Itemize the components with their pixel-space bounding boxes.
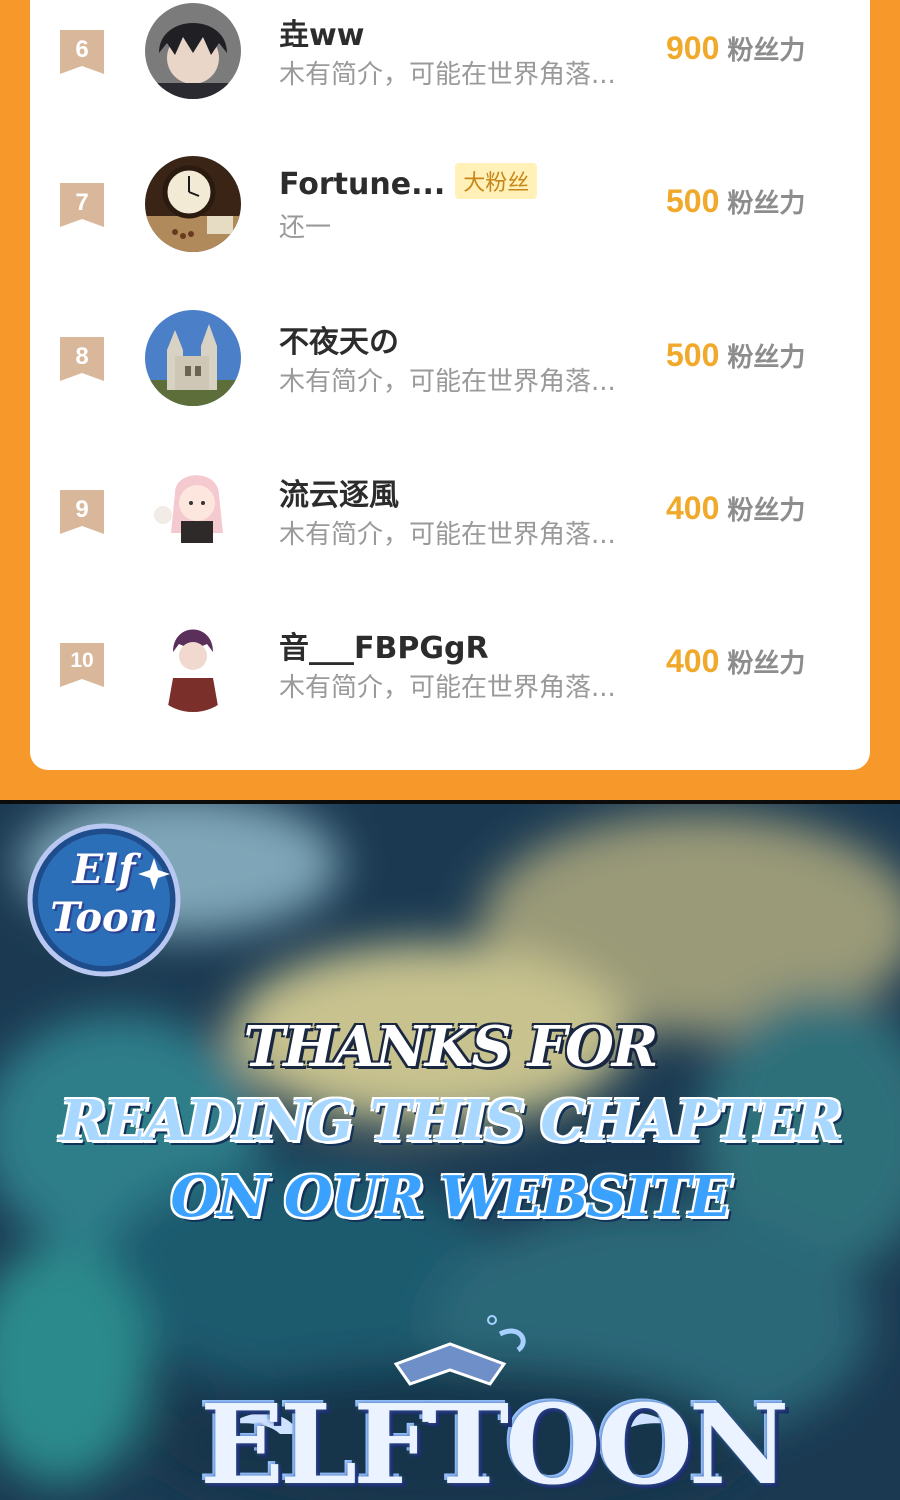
elftoon-corner-logo: Elf Toon (24, 818, 184, 978)
fan-score: 900 粉丝力 (666, 30, 805, 67)
thanks-heading-line1: THANKS FOR (243, 1014, 659, 1080)
avatar[interactable] (145, 616, 241, 712)
avatar[interactable] (145, 463, 241, 559)
score-unit: 粉丝力 (727, 496, 806, 526)
user-name[interactable]: Fortune... 大粉丝 (279, 163, 538, 202)
avatar[interactable] (145, 310, 241, 406)
user-intro: 木有简介，可能在世界角落... (279, 367, 616, 397)
thanks-heading-line2: READING THIS CHAPTER (59, 1088, 843, 1154)
user-name[interactable]: 垚ww (279, 10, 364, 54)
ranking-row[interactable]: 6 垚ww 木有简介，可能在世界角落... 900 粉丝力 (30, 0, 870, 150)
avatar[interactable] (145, 3, 241, 99)
user-name[interactable]: 不夜天の (279, 317, 399, 361)
rank-ribbon-icon: 6 (60, 30, 104, 74)
rank-number: 7 (75, 189, 89, 216)
ranking-row[interactable]: 9 流云逐風 木有简介，可能在世界角落... 400 粉丝力 (30, 460, 870, 610)
ranking-row[interactable]: 10 音___FBPGgR 木有简介，可能在世界角落... 400 粉丝力 (30, 613, 870, 763)
elftoon-wordmark-logo: ELFTOON (200, 1304, 789, 1500)
user-intro: 木有简介，可能在世界角落... (279, 520, 616, 550)
score-unit: 粉丝力 (727, 36, 806, 66)
rank-ribbon-icon: 8 (60, 337, 104, 381)
user-name[interactable]: 流云逐風 (279, 470, 399, 514)
fan-ranking-section: 6 垚ww 木有简介，可能在世界角落... 900 粉丝力 7 Fortune.… (0, 0, 900, 800)
user-intro: 木有简介，可能在世界角落... (279, 673, 616, 703)
user-intro: 还一 (279, 213, 332, 243)
score-unit: 粉丝力 (727, 343, 806, 373)
score-value: 500 (666, 183, 720, 219)
thanks-heading-line3: ON OUR WEBSITE (170, 1164, 731, 1230)
rank-number: 8 (75, 343, 89, 370)
rank-ribbon-icon: 7 (60, 183, 104, 227)
avatar[interactable] (145, 156, 241, 252)
rank-number: 9 (75, 496, 89, 523)
rank-number: 6 (75, 36, 89, 63)
rank-ribbon-icon: 10 (60, 643, 104, 687)
ranking-row[interactable]: 8 不夜天の 木有简介，可能在世界角落... 500 粉丝力 (30, 307, 870, 457)
big-fan-badge: 大粉丝 (455, 163, 538, 199)
score-unit: 粉丝力 (727, 189, 806, 219)
ranking-row[interactable]: 7 Fortune... 大粉丝 还一 500 粉丝力 (30, 153, 870, 303)
rank-ribbon-icon: 9 (60, 490, 104, 534)
score-value: 400 (666, 490, 720, 526)
fan-score: 400 粉丝力 (666, 490, 805, 527)
user-intro: 木有简介，可能在世界角落... (279, 60, 616, 90)
score-value: 500 (666, 337, 720, 373)
score-unit: 粉丝力 (727, 649, 806, 679)
score-value: 400 (666, 643, 720, 679)
fan-score: 500 粉丝力 (666, 183, 805, 220)
fan-score: 500 粉丝力 (666, 337, 805, 374)
fan-ranking-card: 6 垚ww 木有简介，可能在世界角落... 900 粉丝力 7 Fortune.… (30, 0, 870, 770)
rank-number: 10 (70, 649, 94, 672)
user-name[interactable]: 音___FBPGgR (279, 623, 489, 667)
elftoon-promo-banner: Elf Toon THANKS FOR READING THIS CHAPTER… (0, 804, 900, 1500)
fan-score: 400 粉丝力 (666, 643, 805, 680)
score-value: 900 (666, 30, 720, 66)
